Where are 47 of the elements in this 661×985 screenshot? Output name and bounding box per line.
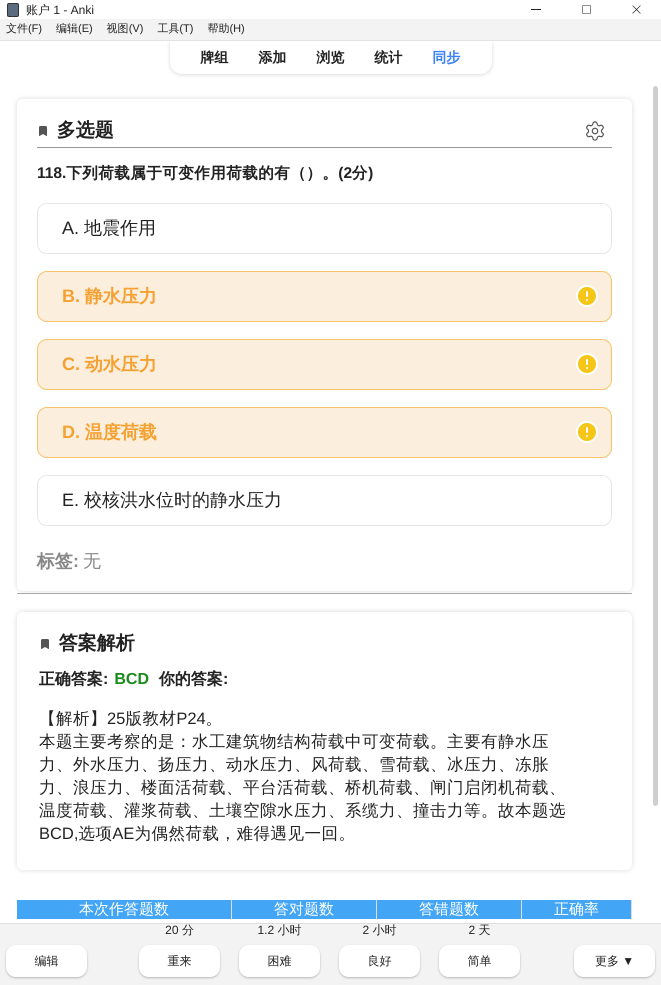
answer-option[interactable]: A. 地震作用: [37, 202, 612, 254]
correct-answer-value: BCD: [114, 670, 149, 690]
question-text: 118.下列荷载属于可变作用荷载的有（）。(2分): [37, 164, 374, 184]
interval-label: 1.2 小时: [257, 922, 302, 939]
interval-label: 20 分: [165, 922, 194, 939]
nav-tab[interactable]: 浏览: [304, 47, 358, 68]
interval-label: 2 天: [468, 922, 490, 939]
table-header-cell: 本次作答题数: [17, 900, 232, 920]
warning-icon: [575, 352, 599, 376]
answer-button[interactable]: 重来: [139, 945, 220, 977]
answer-option[interactable]: E. 校核洪水位时的静水压力: [37, 474, 612, 526]
edit-button[interactable]: 编辑: [6, 945, 87, 977]
your-answer-label: 你的答案:: [159, 669, 228, 690]
card-title: 多选题: [57, 119, 114, 143]
nav-tab[interactable]: 牌组: [188, 47, 242, 68]
card-title: 答案解析: [59, 631, 135, 656]
window-title: 账户 1 - Anki: [26, 2, 94, 18]
menu-item[interactable]: 视图(V): [106, 21, 144, 38]
settings-icon[interactable]: [584, 120, 606, 142]
interval-label: 2 小时: [362, 922, 396, 939]
answer-button[interactable]: 良好: [339, 945, 420, 977]
explanation-paragraph: 本题主要考察的是：水工建筑物结构荷载中可变荷载。主要有静水压力、外水压力、扬压力、动水压力、风荷载、雪荷载、冰压力、冻胀力、浪压力、楼面活荷载、平台活荷载、桥机荷载、闸门启闭机荷载、温度荷载、灌浆荷载、土壤空隙水压力、系缆力、撞击力等。故本题选BCD,选项AE为偶然荷载，难得遇见一回。: [39, 732, 567, 846]
nav-tab[interactable]: 同步: [420, 47, 474, 68]
minimize-icon: [531, 9, 541, 10]
answer-button[interactable]: 简单: [439, 945, 520, 977]
app-icon: [7, 2, 19, 16]
bookmark-icon: [39, 638, 51, 650]
menu-item[interactable]: 帮助(H): [207, 21, 245, 38]
tags-value: 无: [83, 550, 101, 573]
nav-tab[interactable]: 统计: [362, 47, 416, 68]
menu-item[interactable]: 工具(T): [157, 21, 194, 38]
answer-button[interactable]: 困难: [239, 945, 320, 977]
table-header-cell: 正确率: [522, 900, 632, 920]
nav-tab[interactable]: 添加: [246, 47, 300, 68]
maximize-icon: [580, 4, 592, 15]
more-button[interactable]: 更多 ▼: [574, 945, 655, 977]
warning-icon: [575, 284, 599, 308]
bookmark-icon: [37, 125, 49, 138]
warning-icon: [575, 420, 599, 444]
scrollbar-thumb[interactable]: [653, 86, 658, 806]
menu-item[interactable]: 文件(F): [6, 21, 42, 38]
correct-answer-label: 正确答案:: [39, 669, 108, 690]
table-header-cell: 答错题数: [377, 900, 522, 920]
tags-label: 标签:: [37, 550, 79, 573]
explanation-paragraph: 【解析】25版教材P24。: [39, 709, 224, 730]
table-header-cell: 答对题数: [232, 900, 377, 920]
menu-item[interactable]: 编辑(E): [56, 21, 93, 38]
